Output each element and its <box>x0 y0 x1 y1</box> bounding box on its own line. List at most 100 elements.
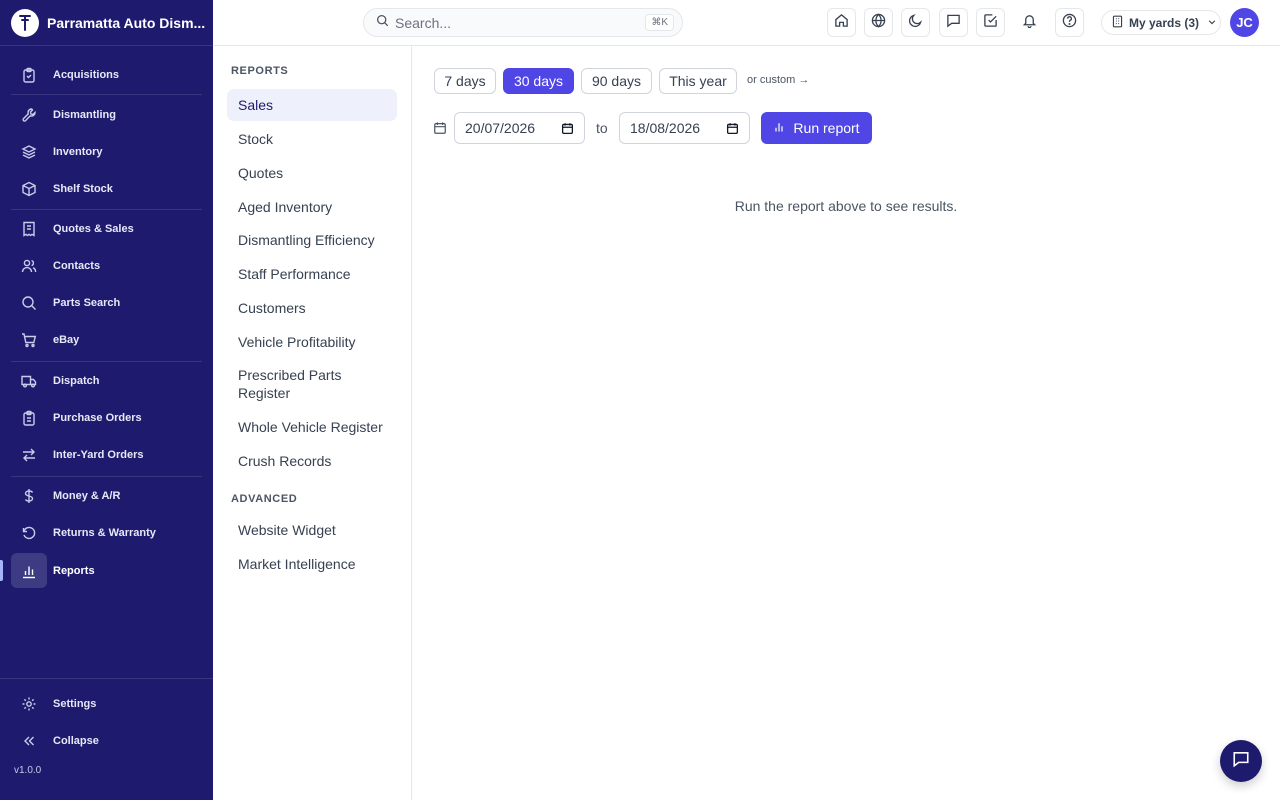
reports-nav-item-prescribed-parts-register[interactable]: Prescribed Parts Register <box>227 366 397 402</box>
sidebar-collapse-button[interactable]: Collapse <box>11 723 202 758</box>
custom-range-link[interactable]: or custom → <box>747 74 809 86</box>
reports-nav-item-customers[interactable]: Customers <box>227 299 397 317</box>
check-square-icon <box>983 13 998 33</box>
from-date-value: 20/07/2026 <box>465 120 536 136</box>
sidebar-item-reports[interactable]: Reports <box>11 553 202 588</box>
dollar-icon <box>11 478 47 513</box>
chat-button[interactable] <box>1220 740 1262 782</box>
range-this-year-button[interactable]: This year <box>659 68 737 94</box>
cart-icon <box>11 322 47 357</box>
sidebar-item-label: Acquisitions <box>53 68 120 81</box>
receipt-icon <box>11 211 47 246</box>
sidebar-item-acquisitions[interactable]: Acquisitions <box>11 57 202 92</box>
box-icon <box>11 171 47 206</box>
sidebar-item-label: Collapse <box>53 734 99 747</box>
sidebar-item-label: Parts Search <box>53 296 121 309</box>
advanced-heading: ADVANCED <box>231 493 298 505</box>
yards-label: My yards (3) <box>1129 15 1200 30</box>
sidebar-item-quotes-sales[interactable]: Quotes & Sales <box>11 211 202 246</box>
reports-nav: REPORTS Sales Stock Quotes Aged Inventor… <box>213 46 412 800</box>
sidebar-item-shelf-stock[interactable]: Shelf Stock <box>11 171 202 206</box>
reports-nav-item-sales[interactable]: Sales <box>227 89 397 121</box>
home-button[interactable] <box>827 8 856 37</box>
users-icon <box>11 248 47 283</box>
run-report-label: Run report <box>793 120 860 136</box>
sidebar-item-settings[interactable]: Settings <box>11 686 202 721</box>
bar-chart-icon <box>773 120 785 136</box>
sidebar-item-label: Settings <box>53 697 97 710</box>
gear-icon <box>11 686 47 721</box>
search-input[interactable] <box>395 14 635 31</box>
divider <box>11 94 202 95</box>
active-indicator <box>0 560 3 581</box>
reports-nav-item-vehicle-profitability[interactable]: Vehicle Profitability <box>227 333 397 351</box>
message-square-icon <box>1232 750 1250 773</box>
yards-selector[interactable]: My yards (3) <box>1101 10 1221 35</box>
sidebar-item-parts-search[interactable]: Parts Search <box>11 285 202 320</box>
logo-icon <box>11 8 39 37</box>
building-icon <box>1111 15 1124 31</box>
from-date-input[interactable]: 20/07/2026 <box>454 112 585 144</box>
range-7-days-button[interactable]: 7 days <box>434 68 496 94</box>
reports-nav-item-whole-vehicle-register[interactable]: Whole Vehicle Register <box>227 418 397 436</box>
range-90-days-button[interactable]: 90 days <box>581 68 652 94</box>
run-report-button[interactable]: Run report <box>761 112 872 144</box>
calendar-icon <box>433 121 447 140</box>
sidebar-item-returns-warranty[interactable]: Returns & Warranty <box>11 515 202 550</box>
tasks-button[interactable] <box>976 8 1005 37</box>
theme-toggle-button[interactable] <box>901 8 930 37</box>
divider <box>11 361 202 362</box>
sidebar-item-label: Inter-Yard Orders <box>53 448 144 461</box>
divider <box>11 476 202 477</box>
sidebar-item-ebay[interactable]: eBay <box>11 322 202 357</box>
sidebar-item-money-ar[interactable]: Money & A/R <box>11 478 202 513</box>
sidebar-item-inter-yard-orders[interactable]: Inter-Yard Orders <box>11 437 202 472</box>
sidebar-item-label: Returns & Warranty <box>53 526 156 539</box>
reports-nav-item-dismantling-efficiency[interactable]: Dismantling Efficiency <box>227 231 397 249</box>
brand[interactable]: Parramatta Auto Dism... <box>0 0 213 46</box>
sidebar-item-dispatch[interactable]: Dispatch <box>11 363 202 398</box>
to-date-input[interactable]: 18/08/2026 <box>619 112 750 144</box>
message-square-icon <box>946 13 961 33</box>
clipboard-icon <box>11 57 47 92</box>
avatar[interactable]: JC <box>1230 8 1259 37</box>
sidebar-item-label: Shelf Stock <box>53 182 113 195</box>
to-label: to <box>596 120 608 136</box>
sidebar-item-label: eBay <box>53 333 80 346</box>
topbar: ⌘K My yards (3) JC <box>213 0 1280 46</box>
search-icon <box>376 14 389 32</box>
notifications-button[interactable] <box>1015 8 1044 37</box>
wrench-icon <box>11 97 47 132</box>
reports-nav-item-quotes[interactable]: Quotes <box>227 164 397 182</box>
sidebar-item-label: Quotes & Sales <box>53 222 134 235</box>
global-search[interactable]: ⌘K <box>363 8 683 37</box>
reports-nav-item-aged-inventory[interactable]: Aged Inventory <box>227 198 397 216</box>
messages-button[interactable] <box>939 8 968 37</box>
bar-chart-icon <box>11 553 47 588</box>
language-button[interactable] <box>864 8 893 37</box>
sidebar-item-label: Reports <box>53 564 95 577</box>
reports-nav-item-stock[interactable]: Stock <box>227 130 397 148</box>
sidebar-item-purchase-orders[interactable]: Purchase Orders <box>11 400 202 435</box>
reports-nav-item-crush-records[interactable]: Crush Records <box>227 452 397 470</box>
app-version: v1.0.0 <box>14 765 42 776</box>
sidebar-item-dismantling[interactable]: Dismantling <box>11 97 202 132</box>
sidebar-item-contacts[interactable]: Contacts <box>11 248 202 283</box>
divider <box>0 678 213 679</box>
to-date-value: 18/08/2026 <box>630 120 701 136</box>
bell-icon <box>1022 13 1037 33</box>
reports-nav-item-market-intelligence[interactable]: Market Intelligence <box>227 555 397 573</box>
globe-icon <box>871 12 886 33</box>
sidebar-item-label: Money & A/R <box>53 489 121 502</box>
app-name: Parramatta Auto Dism... <box>47 14 206 31</box>
sidebar-item-label: Inventory <box>53 145 103 158</box>
sidebar-item-label: Contacts <box>53 259 101 272</box>
sidebar-item-inventory[interactable]: Inventory <box>11 134 202 169</box>
reports-nav-item-staff-performance[interactable]: Staff Performance <box>227 265 397 283</box>
rotate-ccw-icon <box>11 515 47 550</box>
reports-nav-heading: REPORTS <box>231 65 289 77</box>
help-button[interactable] <box>1055 8 1084 37</box>
chevron-down-icon <box>1207 16 1217 30</box>
reports-nav-item-website-widget[interactable]: Website Widget <box>227 521 397 539</box>
range-30-days-button[interactable]: 30 days <box>503 68 574 94</box>
